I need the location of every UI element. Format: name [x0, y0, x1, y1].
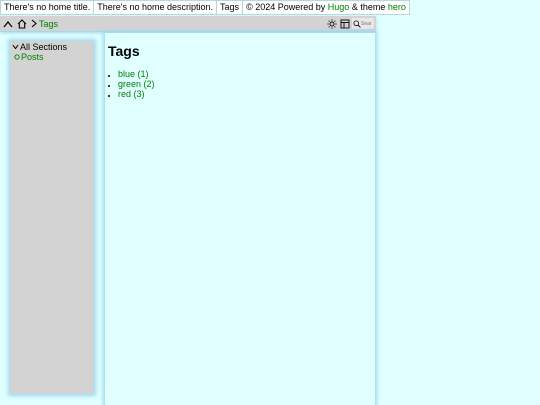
nav-tools	[326, 18, 374, 29]
sidebar-item-posts[interactable]: Posts	[14, 52, 94, 62]
tag-list: blue (1) green (2) red (3)	[105, 69, 375, 99]
footer-credits: © 2024 Powered by Hugo & theme hero	[243, 0, 410, 15]
sidebar: All Sections Posts	[10, 41, 94, 394]
main-content: Tags blue (1) green (2) red (3)	[105, 33, 375, 405]
search-box[interactable]	[352, 18, 374, 29]
top-info-bar: There's no home title. There's no home d…	[0, 0, 410, 15]
list-item: red (3)	[118, 89, 375, 99]
layout-icon[interactable]	[339, 18, 350, 29]
list-item: green (2)	[118, 79, 375, 89]
tag-link-green[interactable]: green (2)	[118, 79, 155, 89]
list-item: blue (1)	[118, 69, 375, 79]
page-title: Tags	[108, 43, 140, 59]
sidebar-item-label[interactable]: Posts	[21, 52, 44, 62]
powered-by-text: Powered by	[277, 2, 326, 12]
chevron-down-icon	[12, 44, 19, 50]
chevron-right-icon	[30, 17, 38, 30]
theme-hero-link[interactable]: hero	[388, 1, 406, 14]
page-name: Tags	[217, 0, 244, 15]
sidebar-section-header[interactable]: All Sections	[12, 42, 94, 52]
tag-link-red[interactable]: red (3)	[118, 89, 145, 99]
theme-text: & theme	[351, 2, 386, 12]
tag-link-blue[interactable]: blue (1)	[118, 69, 149, 79]
search-input[interactable]	[361, 20, 373, 27]
copyright: © 2024	[246, 2, 276, 12]
circle-icon	[14, 54, 20, 60]
hugo-link[interactable]: Hugo	[328, 1, 350, 14]
home-title: There's no home title.	[0, 0, 95, 15]
home-description: There's no home description.	[94, 0, 218, 15]
home-icon[interactable]	[16, 17, 28, 30]
chevron-up-icon[interactable]	[2, 17, 14, 30]
sun-icon[interactable]	[326, 18, 337, 29]
sidebar-section-label: All Sections	[20, 42, 68, 52]
nav-bar: Tags	[0, 16, 376, 32]
search-icon	[353, 19, 361, 28]
breadcrumb-tags[interactable]: Tags	[39, 19, 58, 29]
